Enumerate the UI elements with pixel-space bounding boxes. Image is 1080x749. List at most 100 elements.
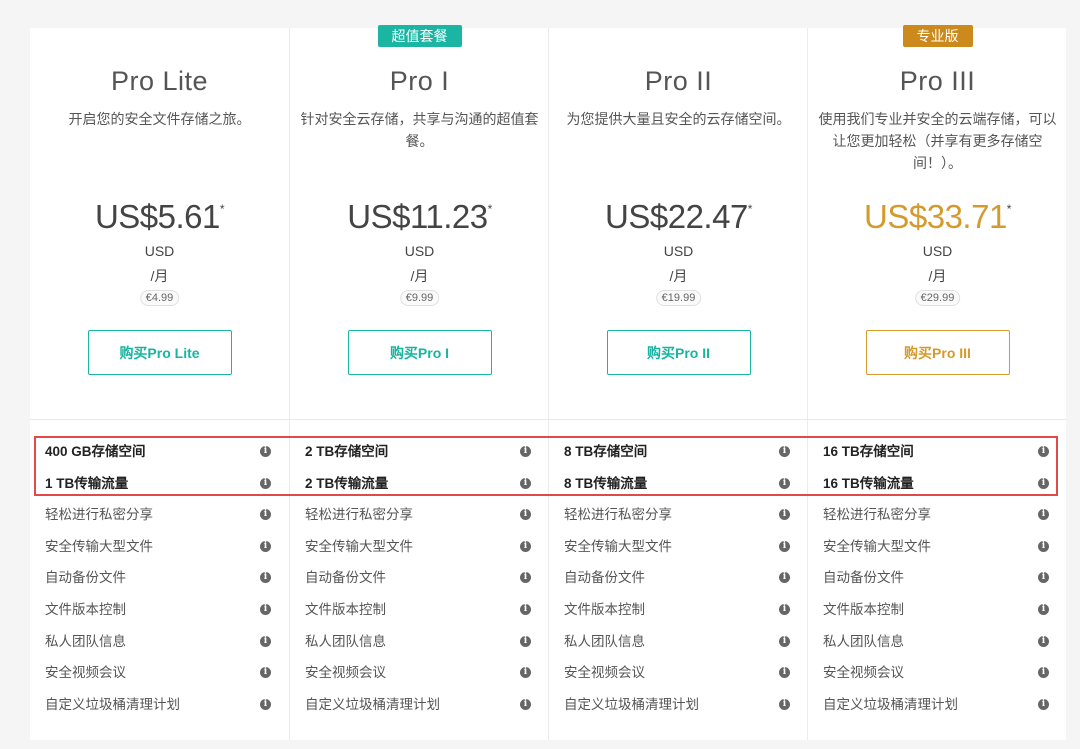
feature-transfer: 2 TB传输流量 i: [290, 468, 549, 500]
feature-label: 自定义垃圾桶清理计划: [305, 696, 440, 712]
plan-price: US$11.23*: [290, 198, 549, 236]
feature-label: 轻松进行私密分享: [45, 507, 153, 523]
info-icon[interactable]: i: [779, 572, 790, 584]
feature-storage: 2 TB存储空间 i: [290, 436, 549, 468]
feature-label: 安全视频会议: [823, 665, 904, 681]
price-period: /月: [928, 268, 947, 284]
feature-item: 安全传输大型文件 i: [290, 531, 549, 563]
section-divider: [30, 419, 1066, 420]
info-icon[interactable]: i: [520, 540, 531, 552]
feature-item: 自定义垃圾桶清理计划 i: [290, 689, 549, 721]
feature-label: 2 TB存储空间: [305, 444, 389, 459]
feature-label: 私人团队信息: [45, 633, 126, 649]
feature-label: 文件版本控制: [564, 601, 645, 617]
eur-price-badge: €9.99: [399, 290, 440, 306]
plan-name: Pro III: [899, 66, 976, 96]
info-icon[interactable]: i: [520, 477, 531, 489]
value-plan-badge: 超值套餐: [377, 25, 462, 47]
feature-label: 轻松进行私密分享: [564, 507, 672, 523]
feature-storage: 16 TB存储空间 i: [808, 436, 1067, 468]
info-icon[interactable]: i: [520, 635, 531, 647]
plan-description: 使用我们专业并安全的云端存储，可以让您更加轻松（并享有更多存储空间！）。: [818, 111, 1057, 171]
plan-column-pro-i: 超值套餐 Pro I 针对安全云存储，共享与沟通的超值套餐。 US$11.23*…: [289, 25, 549, 740]
feature-item: 自动备份文件 i: [549, 562, 808, 594]
info-icon[interactable]: i: [520, 446, 531, 457]
feature-label: 8 TB传输流量: [564, 475, 648, 491]
info-icon[interactable]: i: [1038, 667, 1049, 679]
eur-price-badge: €19.99: [655, 290, 702, 306]
info-icon[interactable]: i: [779, 446, 790, 457]
info-icon[interactable]: i: [520, 572, 531, 584]
price-currency: USD: [663, 243, 694, 259]
feature-label: 轻松进行私密分享: [823, 507, 931, 523]
plan-description: 开启您的安全文件存储之旅。: [68, 111, 251, 127]
plan-name: Pro Lite: [110, 66, 209, 96]
feature-label: 自定义垃圾桶清理计划: [823, 696, 958, 712]
feature-label: 自动备份文件: [45, 570, 126, 586]
feature-label: 8 TB存储空间: [564, 444, 648, 459]
feature-label: 自动备份文件: [305, 570, 386, 586]
info-icon[interactable]: i: [1038, 572, 1049, 584]
info-icon[interactable]: i: [260, 572, 271, 584]
info-icon[interactable]: i: [779, 477, 790, 489]
feature-item: 轻松进行私密分享 i: [808, 499, 1067, 531]
feature-list: 8 TB存储空间 i 8 TB传输流量 i 轻松进行私密分享 i 安全传输大型文件 i …: [549, 436, 808, 720]
feature-storage: 8 TB存储空间 i: [549, 436, 808, 468]
info-icon[interactable]: i: [260, 667, 271, 679]
info-icon[interactable]: i: [260, 540, 271, 552]
buy-pro-i-button[interactable]: 购买Pro I: [347, 330, 492, 375]
feature-label: 安全视频会议: [45, 665, 126, 681]
buy-pro-ii-button[interactable]: 购买Pro II: [606, 330, 751, 375]
feature-label: 私人团队信息: [823, 633, 904, 649]
feature-label: 自定义垃圾桶清理计划: [564, 696, 699, 712]
info-icon[interactable]: i: [520, 603, 531, 615]
feature-item: 私人团队信息 i: [30, 626, 289, 658]
info-icon[interactable]: i: [260, 603, 271, 615]
info-icon[interactable]: i: [779, 509, 790, 521]
plan-price: US$22.47*: [549, 198, 808, 236]
info-icon[interactable]: i: [260, 446, 271, 457]
feature-label: 私人团队信息: [564, 633, 645, 649]
feature-item: 自动备份文件 i: [290, 562, 549, 594]
info-icon[interactable]: i: [1038, 509, 1049, 521]
info-icon[interactable]: i: [779, 603, 790, 615]
info-icon[interactable]: i: [260, 635, 271, 647]
buy-pro-iii-button[interactable]: 购买Pro III: [865, 330, 1010, 375]
info-icon[interactable]: i: [779, 635, 790, 647]
feature-label: 自动备份文件: [823, 570, 904, 586]
info-icon[interactable]: i: [1038, 477, 1049, 489]
info-icon[interactable]: i: [1038, 603, 1049, 615]
info-icon[interactable]: i: [779, 698, 790, 710]
info-icon[interactable]: i: [1038, 698, 1049, 710]
price-value: US$11.23: [347, 198, 488, 235]
info-icon[interactable]: i: [1038, 635, 1049, 647]
info-icon[interactable]: i: [779, 540, 790, 552]
feature-item: 文件版本控制 i: [290, 594, 549, 626]
feature-item: 安全传输大型文件 i: [30, 531, 289, 563]
feature-item: 文件版本控制 i: [808, 594, 1067, 626]
feature-item: 文件版本控制 i: [30, 594, 289, 626]
feature-label: 16 TB传输流量: [823, 475, 914, 491]
feature-label: 安全传输大型文件: [45, 538, 153, 554]
feature-label: 安全视频会议: [305, 665, 386, 681]
info-icon[interactable]: i: [1038, 446, 1049, 457]
info-icon[interactable]: i: [1038, 540, 1049, 552]
info-icon[interactable]: i: [260, 509, 271, 521]
feature-list: 16 TB存储空间 i 16 TB传输流量 i 轻松进行私密分享 i 安全传输大型文件…: [808, 436, 1067, 720]
feature-item: 轻松进行私密分享 i: [549, 499, 808, 531]
info-icon[interactable]: i: [520, 509, 531, 521]
plan-name: Pro I: [389, 66, 450, 96]
feature-storage: 400 GB存储空间 i: [30, 436, 289, 468]
info-icon[interactable]: i: [260, 477, 271, 489]
feature-item: 自动备份文件 i: [808, 562, 1067, 594]
info-icon[interactable]: i: [260, 698, 271, 710]
feature-label: 自动备份文件: [564, 570, 645, 586]
plan-column-pro-iii: 专业版 Pro III 使用我们专业并安全的云端存储，可以让您更加轻松（并享有更…: [807, 25, 1067, 740]
buy-pro-lite-button[interactable]: 购买Pro Lite: [87, 330, 232, 375]
plan-description: 为您提供大量且安全的云存储空间。: [566, 111, 791, 127]
info-icon[interactable]: i: [779, 667, 790, 679]
feature-label: 安全传输大型文件: [305, 538, 413, 554]
info-icon[interactable]: i: [520, 667, 531, 679]
info-icon[interactable]: i: [520, 698, 531, 710]
feature-label: 2 TB传输流量: [305, 475, 389, 491]
